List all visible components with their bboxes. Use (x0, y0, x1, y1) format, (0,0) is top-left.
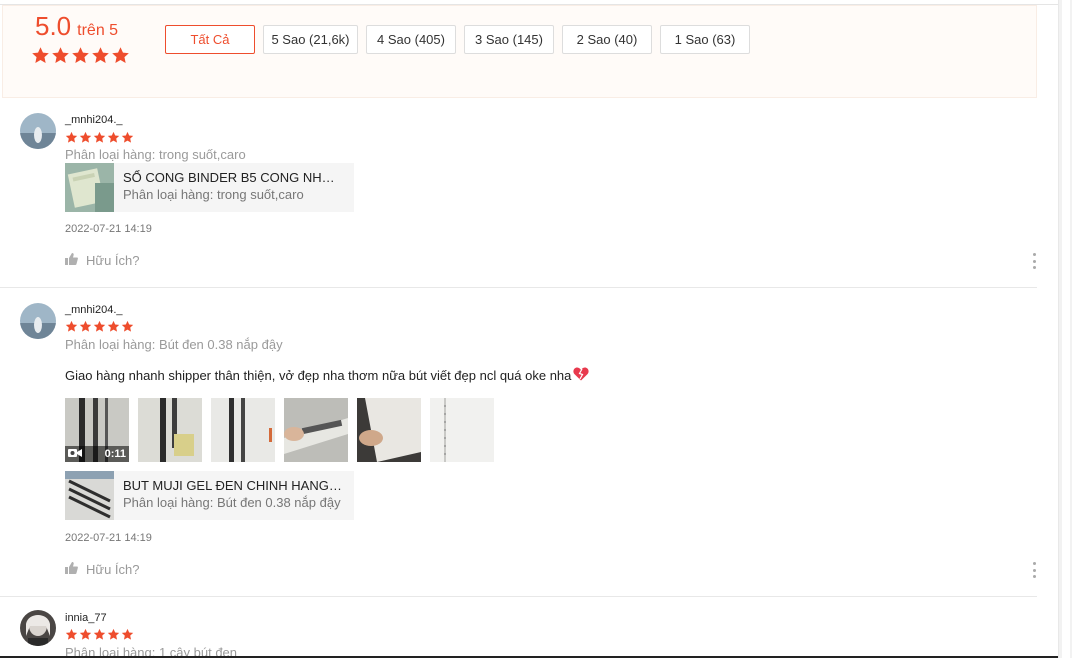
reviewer-name[interactable]: _mnhi204._ (65, 114, 123, 126)
avatar[interactable] (20, 113, 56, 149)
scrollbar-thumb[interactable] (1062, 0, 1070, 658)
helpful-label: Hữu Ích? (86, 253, 140, 268)
product-card[interactable]: SỔ CONG BINDER B5 CONG NHỰA TRONG SUỐT P… (65, 163, 354, 212)
review-item: innia_77 Phân loại hàng: 1 cây bút đen (0, 597, 1037, 658)
review-media: 0:11 (65, 398, 494, 462)
filter-4-star-button[interactable]: 4 Sao (405) (366, 25, 456, 54)
heart-icon (573, 367, 589, 384)
average-stars (31, 46, 130, 70)
thumbs-up-icon (65, 253, 78, 268)
review-photo[interactable] (357, 398, 421, 462)
star-icon (111, 46, 130, 70)
more-options-icon[interactable] (1031, 562, 1037, 578)
star-icon (91, 46, 110, 70)
product-variant: Phân loại hàng: trong suốt,caro (123, 187, 304, 202)
video-camera-icon (68, 448, 82, 461)
review-video[interactable]: 0:11 (65, 398, 129, 462)
review-variant: Phân loại hàng: Bút đen 0.38 nắp đậy (65, 337, 283, 352)
rating-filters: Tất Cả 5 Sao (21,6k) 4 Sao (405) 3 Sao (… (165, 25, 750, 54)
star-icon (31, 46, 50, 70)
video-duration-bar: 0:11 (65, 446, 129, 462)
star-icon (65, 628, 78, 646)
review-photo[interactable] (211, 398, 275, 462)
helpful-button[interactable]: Hữu Ích? (65, 253, 140, 268)
more-options-icon[interactable] (1031, 253, 1037, 269)
product-name: BUT MUJI GEL ĐEN CHINH HANG NHẬT BẢN (123, 478, 345, 493)
rating-summary: 5.0 trên 5 Tất Cả 5 Sao (21,6k) 4 Sao (4… (2, 5, 1037, 98)
review-item: _mnhi204._ Phân loại hàng: Bút đen 0.38 … (0, 288, 1037, 597)
review-stars (65, 320, 134, 338)
product-name: SỔ CONG BINDER B5 CONG NHỰA TRONG SUỐT (123, 170, 345, 185)
star-icon (51, 46, 70, 70)
reviewer-name[interactable]: innia_77 (65, 612, 107, 624)
filter-1-star-button[interactable]: 1 Sao (63) (660, 25, 750, 54)
review-item: _mnhi204._ Phân loại hàng: trong suốt,ca… (0, 98, 1037, 288)
product-thumbnail (65, 471, 114, 520)
star-icon (93, 320, 106, 338)
review-variant: Phân loại hàng: trong suốt,caro (65, 147, 246, 162)
star-icon (107, 320, 120, 338)
star-icon (93, 628, 106, 646)
average-score: 5.0 trên 5 (35, 11, 118, 42)
review-comment: Giao hàng nhanh shipper thân thiện, vở đ… (65, 367, 589, 384)
review-photo[interactable] (430, 398, 494, 462)
helpful-label: Hữu Ích? (86, 562, 140, 577)
thumbs-up-icon (65, 562, 78, 577)
star-icon (71, 46, 90, 70)
score-suffix: trên 5 (77, 22, 119, 39)
review-photo[interactable] (284, 398, 348, 462)
star-icon (79, 320, 92, 338)
filter-2-star-button[interactable]: 2 Sao (40) (562, 25, 652, 54)
filter-3-star-button[interactable]: 3 Sao (145) (464, 25, 554, 54)
review-photo[interactable] (138, 398, 202, 462)
star-icon (121, 320, 134, 338)
star-icon (65, 320, 78, 338)
filter-all-button[interactable]: Tất Cả (165, 25, 255, 54)
review-date: 2022-07-21 14:19 (65, 532, 152, 544)
review-date: 2022-07-21 14:19 (65, 223, 152, 235)
star-icon (79, 628, 92, 646)
star-icon (107, 628, 120, 646)
score-value: 5.0 (35, 11, 72, 41)
product-variant: Phân loại hàng: Bút đen 0.38 nắp đậy (123, 495, 341, 510)
filter-5-star-button[interactable]: 5 Sao (21,6k) (263, 25, 358, 54)
video-duration: 0:11 (104, 448, 126, 460)
review-comment-text: Giao hàng nhanh shipper thân thiện, vở đ… (65, 368, 572, 383)
helpful-button[interactable]: Hữu Ích? (65, 562, 140, 577)
scrollbar[interactable] (1058, 0, 1072, 658)
product-card[interactable]: BUT MUJI GEL ĐEN CHINH HANG NHẬT BẢN Phâ… (65, 471, 354, 520)
reviewer-name[interactable]: _mnhi204._ (65, 304, 123, 316)
product-thumbnail (65, 163, 114, 212)
avatar[interactable] (20, 303, 56, 339)
review-stars (65, 628, 134, 646)
avatar[interactable] (20, 610, 56, 646)
star-icon (121, 628, 134, 646)
